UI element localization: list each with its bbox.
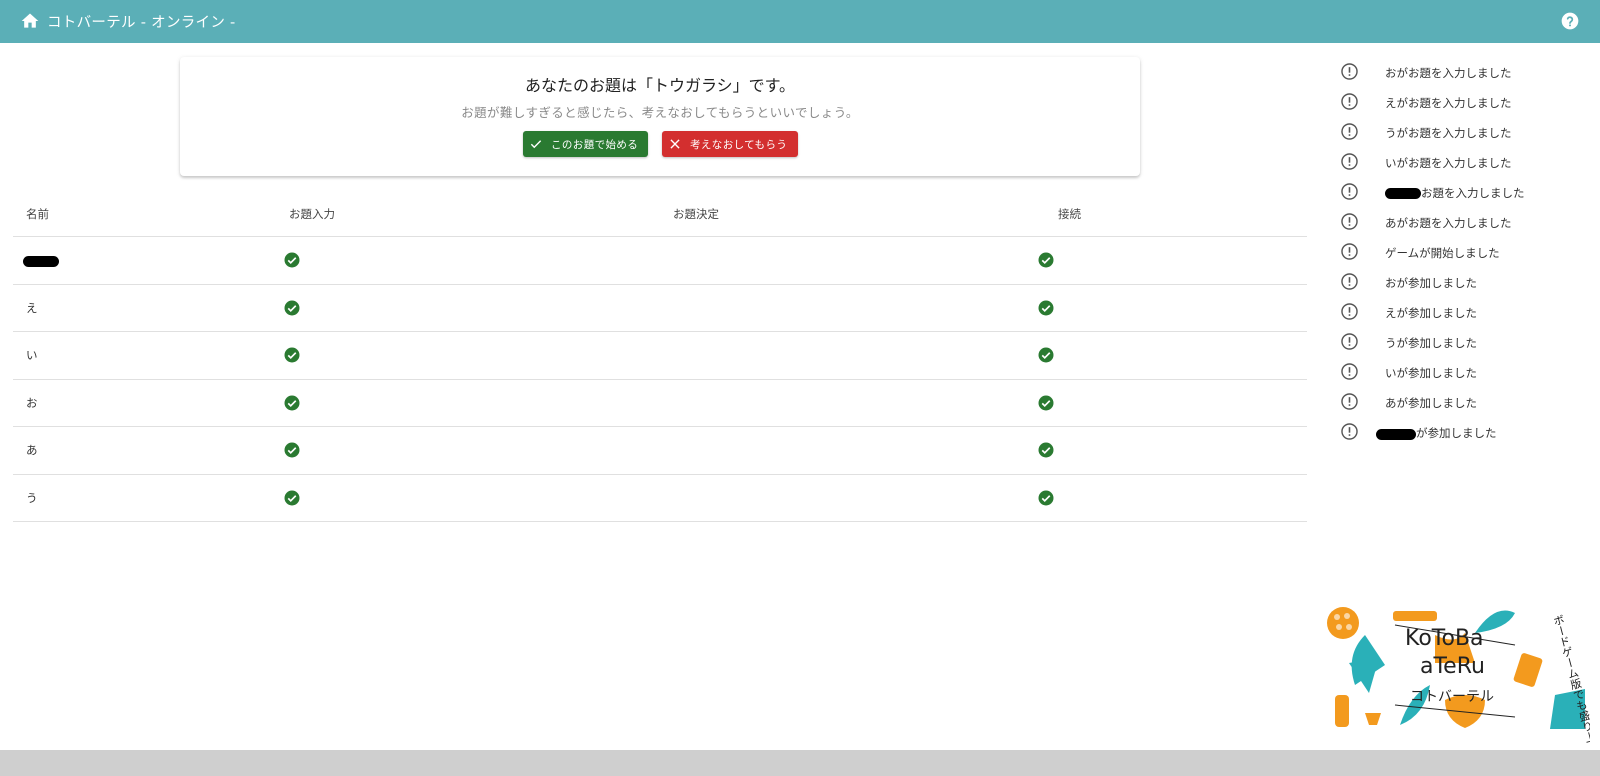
log-text: うがお題を入力しました (1385, 126, 1512, 140)
alert-circle-icon (1341, 183, 1358, 200)
check-circle-icon (284, 490, 300, 505)
log-item: お題を入力しました (1340, 180, 1580, 210)
log-item: ゲームが開始しました (1340, 240, 1580, 270)
retry-button-label: 考えなおしてもらう (690, 138, 788, 151)
redacted-name (1385, 188, 1421, 199)
log-item: おが参加しました (1340, 270, 1580, 300)
log-item: が参加しました (1340, 420, 1580, 450)
alert-circle-icon (1341, 393, 1358, 410)
app-bar: コトバーテル - オンライン - (0, 0, 1600, 43)
alert-circle-icon (1341, 363, 1358, 380)
log-text: いがお題を入力しました (1385, 156, 1512, 170)
check-circle-icon (284, 395, 300, 410)
ask-rethink-button[interactable]: 考えなおしてもらう (662, 131, 798, 157)
log-text: おがお題を入力しました (1385, 66, 1512, 80)
table-row: え (13, 285, 1307, 332)
table-row: う (13, 475, 1307, 522)
start-with-topic-button[interactable]: このお題で始める (523, 131, 648, 157)
player-name: お (26, 395, 38, 410)
check-circle-icon (284, 252, 300, 268)
alert-circle-icon (1341, 63, 1358, 80)
column-header-topic-input: お題入力 (289, 207, 335, 221)
player-name: あ (26, 443, 38, 457)
alert-circle-icon (1341, 303, 1358, 320)
table-row: お (13, 380, 1307, 427)
log-item: あが参加しました (1340, 390, 1580, 420)
check-circle-icon (284, 347, 300, 363)
alert-circle-icon (1341, 273, 1358, 290)
check-circle-icon (284, 300, 300, 315)
log-text: うが参加しました (1385, 336, 1477, 350)
column-header-name: 名前 (26, 207, 49, 221)
log-text: えが参加しました (1385, 306, 1477, 320)
alert-circle-icon (1341, 423, 1358, 440)
log-item: いがお題を入力しました (1340, 150, 1580, 180)
alert-circle-icon (1341, 153, 1358, 170)
logo-text-line3: コトバーテル (1410, 689, 1494, 705)
table-row (13, 237, 1307, 285)
event-log: おがお題を入力しました えがお題を入力しました うがお題を入力しました いがお題を入力… (1340, 60, 1580, 450)
app-title: コトバーテル - オンライン - (47, 15, 236, 31)
log-text: いが参加しました (1385, 366, 1477, 380)
close-icon (670, 139, 680, 149)
topic-card: あなたのお題は「トウガラシ」です。 お題が難しすぎると感じたら、考えなおしてもら… (180, 57, 1140, 176)
check-circle-icon (1038, 347, 1054, 363)
topic-hint: お題が難しすぎると感じたら、考えなおしてもらうといいでしょう。 (461, 105, 859, 120)
check-circle-icon (1038, 252, 1054, 268)
log-text: おが参加しました (1385, 276, 1477, 290)
player-name: い (26, 348, 38, 362)
check-circle-icon (1038, 490, 1054, 505)
topic-headline: あなたのお題は「トウガラシ」です。 (524, 76, 796, 95)
log-item: うが参加しました (1340, 330, 1580, 360)
column-header-topic-decided: お題決定 (673, 207, 719, 221)
log-item: えがお題を入力しました (1340, 90, 1580, 120)
log-text: が参加しました (1416, 426, 1497, 440)
alert-circle-icon (1341, 123, 1358, 140)
table-row: い (13, 332, 1307, 380)
kotobaateru-logo: KoToBa aTeRu コトバーテル ボードゲーム版でも盛り上がろう！ (1327, 607, 1590, 745)
check-circle-icon (1038, 300, 1054, 315)
player-name: え (26, 300, 38, 315)
check-circle-icon (1038, 442, 1054, 458)
home-icon[interactable] (20, 11, 40, 31)
player-name: う (26, 490, 38, 505)
bottom-bar (0, 750, 1600, 776)
redacted-name (23, 256, 59, 267)
log-item: えが参加しました (1340, 300, 1580, 330)
logo-text-line1: KoToBa (1405, 626, 1484, 651)
alert-circle-icon (1341, 213, 1358, 230)
log-item: いが参加しました (1340, 360, 1580, 390)
alert-circle-icon (1341, 333, 1358, 350)
log-text: えがお題を入力しました (1385, 96, 1512, 110)
log-text: あが参加しました (1385, 396, 1477, 410)
column-header-connection: 接続 (1058, 207, 1081, 221)
logo-text-line2: aTeRu (1420, 654, 1485, 679)
check-circle-icon (1038, 395, 1054, 410)
log-item: うがお題を入力しました (1340, 120, 1580, 150)
table-row: あ (13, 427, 1307, 475)
log-item: あがお題を入力しました (1340, 210, 1580, 240)
start-button-label: このお題で始める (551, 138, 639, 151)
check-icon (530, 140, 542, 149)
help-circle-icon[interactable] (1560, 11, 1580, 31)
table-header: 名前 お題入力 お題決定 接続 (13, 189, 1307, 237)
player-table: 名前 お題入力 お題決定 接続 えいおあう (13, 189, 1307, 522)
check-circle-icon (284, 442, 300, 458)
redacted-name (1376, 429, 1416, 440)
log-item: おがお題を入力しました (1340, 60, 1580, 90)
log-text: あがお題を入力しました (1385, 216, 1512, 230)
log-text: ゲームが開始しました (1385, 246, 1500, 260)
log-text: お題を入力しました (1421, 186, 1525, 200)
alert-circle-icon (1341, 243, 1358, 260)
alert-circle-icon (1341, 93, 1358, 110)
